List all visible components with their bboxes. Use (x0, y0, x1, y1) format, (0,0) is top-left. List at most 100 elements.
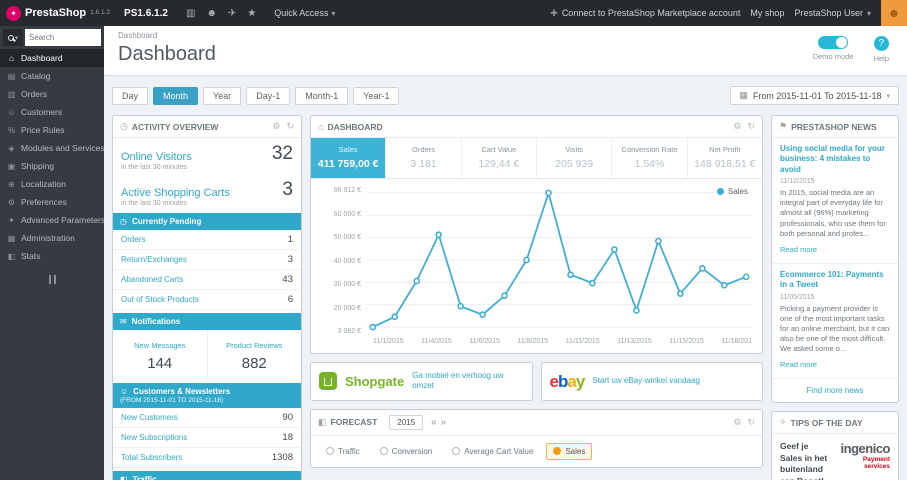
sidebar-item[interactable]: Stats (0, 247, 104, 265)
page-header: Dashboard Dashboard Demo mode Help (104, 26, 907, 76)
search-input[interactable] (25, 29, 101, 46)
sidebar-item[interactable]: Dashboard (0, 49, 104, 67)
prev-year-button[interactable] (431, 417, 437, 428)
refresh-icon[interactable] (747, 417, 755, 428)
customers-link[interactable]: New Subscriptions (121, 433, 187, 442)
customers-row: New Subscriptions 18 (113, 428, 301, 448)
pending-link[interactable]: Orders (121, 235, 145, 244)
sidebar-item[interactable]: Localization (0, 175, 104, 193)
sales-chart-svg (367, 189, 752, 331)
marketplace-link[interactable]: Connect to PrestaShop Marketplace accoun… (550, 8, 741, 19)
gear-icon[interactable] (272, 121, 280, 132)
notification-link[interactable]: New Messages (134, 341, 185, 350)
stat-box[interactable]: Orders 3 181 (385, 138, 460, 178)
y-axis-label: 40 000 € (333, 257, 361, 265)
breadcrumb: Dashboard (118, 31, 158, 40)
sidebar-item[interactable]: Price Rules (0, 121, 104, 139)
search-type-button[interactable] (3, 29, 23, 46)
panel-title: TIPS OF THE DAY (790, 417, 863, 428)
clock-icon (120, 217, 127, 226)
notification-link[interactable]: Product Reviews (226, 341, 282, 350)
stat-value: 148 918,51 € (694, 158, 756, 170)
news-title-link[interactable]: Ecommerce 101: Payments in a Tweet (780, 270, 890, 291)
sidebar-item-icon (7, 216, 16, 225)
sidebar-item-icon (7, 252, 16, 261)
sidebar-item[interactable]: Advanced Parameters (0, 211, 104, 229)
y-axis-label: 30 000 € (333, 281, 361, 288)
topbar-quick-icon[interactable] (228, 8, 236, 19)
date-range-picker[interactable]: From 2015-11-01 To 2015-11-18 (730, 86, 899, 105)
demo-mode-toggle[interactable] (818, 36, 849, 49)
date-filter-button[interactable]: Year (203, 86, 242, 105)
read-more-link[interactable]: Read more (780, 360, 817, 369)
news-title-link[interactable]: Using social media for your business: 4 … (780, 144, 890, 175)
pending-link[interactable]: Abandoned Carts (121, 275, 183, 284)
notification-cell[interactable]: Product Reviews 882 (206, 330, 302, 380)
pending-link[interactable]: Return/Exchanges (121, 255, 187, 264)
people-icon (120, 387, 128, 396)
customers-row: Total Subscribers 1308 (113, 448, 301, 468)
gear-icon[interactable] (733, 417, 741, 428)
sales-chart: Sales 66 912 € 60 000 € 50 000 € 40 000 € 30… (311, 179, 762, 353)
next-year-button[interactable] (441, 417, 447, 428)
stat-box[interactable]: Cart Value 129,44 € (460, 138, 536, 178)
sidebar-item[interactable]: Catalog (0, 67, 104, 85)
news-body: In 2015, social media are an integral pa… (780, 188, 886, 238)
customers-link[interactable]: Total Subscribers (121, 453, 182, 462)
read-more-link[interactable]: Read more (780, 245, 817, 254)
gear-icon[interactable] (733, 121, 741, 132)
sidebar-item-label: Orders (21, 89, 47, 99)
user-menu[interactable]: PrestaShop User (794, 8, 871, 18)
ebay-link[interactable]: Start uw eBay-winkel vandaag (592, 376, 700, 386)
active-carts-link[interactable]: Active Shopping Carts (121, 187, 230, 199)
sidebar-item[interactable]: Preferences (0, 193, 104, 211)
refresh-icon[interactable] (747, 121, 755, 132)
sidebar-collapse-button[interactable] (45, 275, 59, 284)
stat-box[interactable]: Net Profit 148 918,51 € (686, 138, 762, 178)
sidebar-item[interactable]: Customers (0, 103, 104, 121)
date-filter-button[interactable]: Year-1 (353, 86, 400, 105)
sidebar-item[interactable]: Orders (0, 85, 104, 103)
help-icon[interactable] (873, 36, 889, 51)
date-filter-button[interactable]: Day-1 (246, 86, 291, 105)
help-label: Help (873, 54, 889, 63)
forecast-metric-toggle[interactable]: Conversion (373, 443, 439, 460)
stat-value: 129,44 € (478, 158, 520, 170)
topbar-quick-icon[interactable] (186, 8, 195, 19)
pending-value: 3 (287, 254, 293, 265)
metric-dot-icon (452, 447, 461, 456)
customers-link[interactable]: New Customers (121, 413, 178, 422)
date-filter-button[interactable]: Month-1 (295, 86, 349, 105)
online-visitors-link[interactable]: Online Visitors (121, 151, 192, 163)
customers-value: 18 (282, 432, 293, 443)
prestashop-logo[interactable]: PrestaShop 1.6.1.2 (6, 5, 110, 21)
pending-link[interactable]: Out of Stock Products (121, 295, 199, 304)
search-icon (7, 34, 14, 41)
topbar-quick-icon[interactable] (247, 8, 256, 19)
topbar-quick-icon[interactable] (206, 8, 217, 19)
date-filter-button[interactable]: Day (112, 86, 149, 105)
chart-legend: Sales (716, 187, 748, 196)
sidebar-item[interactable]: Modules and Services (0, 139, 104, 157)
forecast-metric-toggle[interactable]: Sales (546, 442, 593, 460)
my-shop-link[interactable]: My shop (750, 8, 784, 18)
shopgate-promo[interactable]: Shopgate Ga mobiel en verhoog uw omzet (310, 362, 533, 401)
ebay-promo[interactable]: ebay Start uw eBay-winkel vandaag (540, 362, 763, 401)
sidebar-item[interactable]: Administration (0, 229, 104, 247)
find-more-news-link[interactable]: Find more news (772, 379, 898, 402)
sidebar-item[interactable]: Shipping (0, 157, 104, 175)
stat-box[interactable]: Sales 411 759,00 € (311, 138, 386, 178)
stat-box[interactable]: Visits 205 939 (535, 138, 611, 178)
forecast-metric-toggle[interactable]: Average Cart Value (445, 443, 540, 460)
quick-access-menu[interactable]: Quick Access (274, 8, 335, 18)
x-axis-label: 11/18/201 (721, 338, 752, 345)
refresh-icon[interactable] (286, 121, 294, 132)
date-filter-button[interactable]: Month (153, 86, 199, 105)
avatar[interactable] (881, 0, 907, 26)
notification-cell[interactable]: New Messages 144 (113, 330, 207, 380)
forecast-year-select[interactable]: 2015 (389, 414, 424, 430)
stat-box[interactable]: Conversion Rate 1.54% (611, 138, 686, 178)
forecast-metric-toggle[interactable]: Traffic (319, 443, 367, 460)
shopgate-link[interactable]: Ga mobiel en verhoog uw omzet (412, 371, 523, 392)
prestashop-back-office: PrestaShop 1.6.1.2 PS1.6.1.2 Quick Acces… (0, 0, 907, 480)
